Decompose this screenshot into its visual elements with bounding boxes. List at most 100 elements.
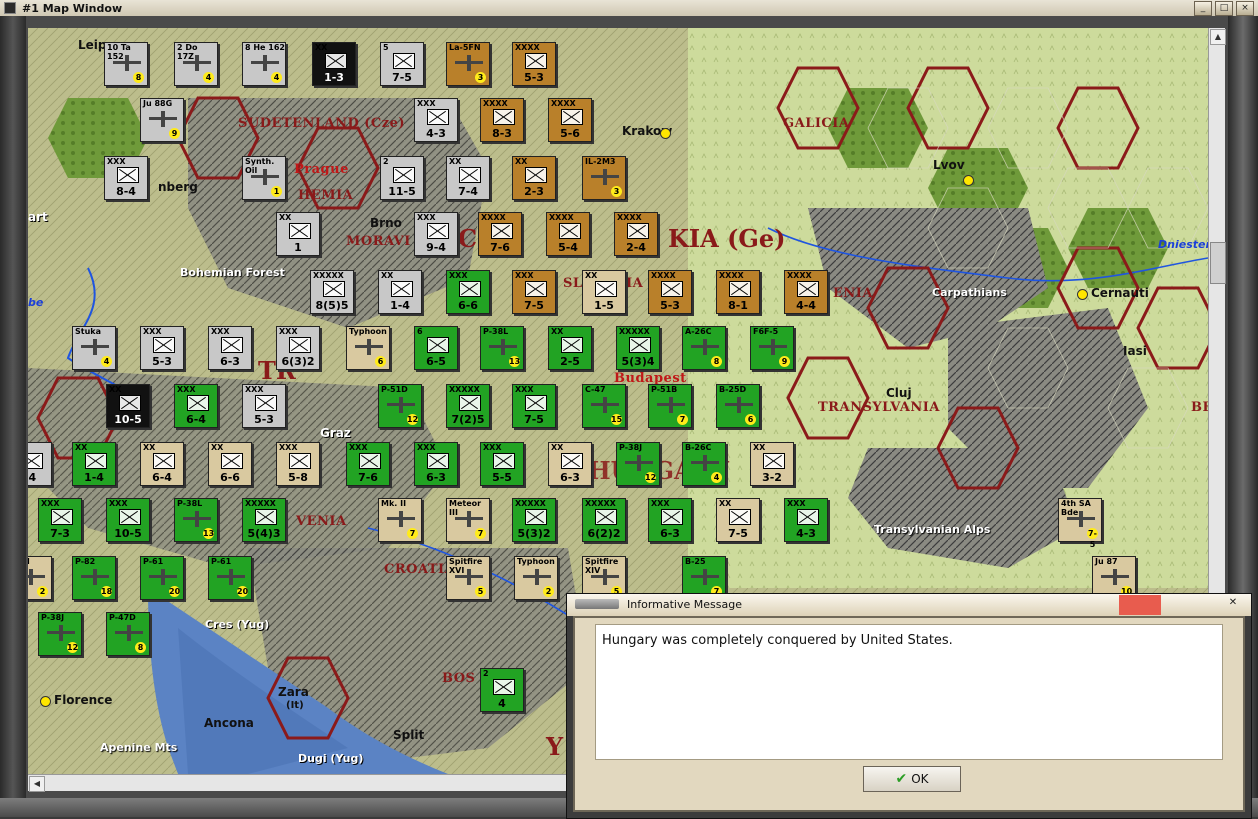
city-marker-krakow[interactable] [660,128,671,139]
unit-counter[interactable]: XX 7-4 [446,156,490,200]
unit-counter[interactable]: P-61 20 [208,556,252,600]
unit-counter[interactable]: XXXX 8-1 [716,270,760,314]
scroll-left-arrow-icon[interactable]: ◀ [29,776,45,792]
unit-counter[interactable]: Typhoon 2 [514,556,558,600]
unit-counter[interactable]: XXX 7-5 [512,384,556,428]
unit-counter[interactable]: XX 3-2 [750,442,794,486]
unit-counter[interactable]: XXX 6-3 [648,498,692,542]
unit-counter[interactable]: Spitfire XVI 5 [446,556,490,600]
unit-counter[interactable]: XXXX 4-4 [784,270,828,314]
unit-counter[interactable]: XXX 4-3 [784,498,828,542]
unit-counter[interactable]: XXXXX 5(3)4 [616,326,660,370]
unit-counter[interactable]: 5 7-5 [380,42,424,86]
unit-counter[interactable]: B-25D 6 [716,384,760,428]
unit-counter[interactable]: XXX 5-5 [480,442,524,486]
unit-counter[interactable]: 24 [480,668,524,712]
unit-counter[interactable]: XXX 5-3 [242,384,286,428]
unit-counter[interactable]: Mk. II 7 [378,498,422,542]
unit-counter[interactable]: XXXXX 5(3)2 [512,498,556,542]
unit-counter[interactable]: XXXX 5-4 [546,212,590,256]
unit-counter[interactable]: 10 Ta 152 8 [104,42,148,86]
unit-counter[interactable]: IL-2M3 3 [582,156,626,200]
city-marker-lvov[interactable] [963,175,974,186]
unit-counter[interactable]: XX 1 [276,212,320,256]
unit-counter[interactable]: XX 1-4 [378,270,422,314]
unit-counter[interactable]: P-38L 13 [174,498,218,542]
unit-counter[interactable]: XXXX 8-3 [480,98,524,142]
unit-counter[interactable]: XXXXX 7(2)5 [446,384,490,428]
unit-counter[interactable]: -4 [28,442,52,486]
unit-counter[interactable]: XXX 8-4 [104,156,148,200]
unit-counter[interactable]: B-26C 4 [682,442,726,486]
unit-counter[interactable]: P-61 20 [140,556,184,600]
unit-counter[interactable]: P-82 18 [72,556,116,600]
unit-counter[interactable]: 2 Do 17Z 4 [174,42,218,86]
unit-counter[interactable]: P-51B 7 [648,384,692,428]
unit-counter[interactable]: P-51D 12 [378,384,422,428]
unit-counter[interactable]: C-47 15 [582,384,626,428]
window-title-bar[interactable]: #1 Map Window _ □ × [0,0,1258,17]
unit-counter[interactable]: XX 2-5 [548,326,592,370]
unit-counter[interactable]: La-5FN 3 [446,42,490,86]
unit-counter[interactable]: XX 10-5 [106,384,150,428]
unit-counter[interactable]: XXX 5-3 [140,326,184,370]
unit-counter[interactable]: Synth. Oil 1 [242,156,286,200]
dialog-title-bar[interactable]: Informative Message ✕ [567,594,1251,616]
unit-counter[interactable]: A-26C 8 [682,326,726,370]
unit-counter[interactable]: CAN 2 [28,556,52,600]
unit-counter[interactable]: XXX 6-3 [208,326,252,370]
unit-counter[interactable]: XXX 6-4 [174,384,218,428]
unit-counter[interactable]: XXX 7-3 [38,498,82,542]
unit-counter[interactable]: P-38J 12 [38,612,82,656]
unit-counter[interactable]: XXX 6-3 [414,442,458,486]
unit-counter[interactable]: 6 6-5 [414,326,458,370]
unit-counter[interactable]: Meteor III 7 [446,498,490,542]
city-marker-cernauti[interactable] [1077,289,1088,300]
unit-counter[interactable]: 2 11-5 [380,156,424,200]
message-textbox[interactable]: Hungary was completely conquered by Unit… [595,624,1223,760]
unit-counter[interactable]: Stuka 4 [72,326,116,370]
unit-counter[interactable]: P-38J 12 [616,442,660,486]
unit-counter[interactable]: XXX 7-6 [346,442,390,486]
unit-counter[interactable]: XX 1-4 [72,442,116,486]
unit-counter[interactable]: P-47D 8 [106,612,150,656]
unit-counter[interactable]: Typhoon 6 [346,326,390,370]
unit-counter[interactable]: XXXXX 8(5)5 [310,270,354,314]
unit-counter[interactable]: 8 He 162 4 [242,42,286,86]
vertical-scroll-thumb[interactable] [1210,242,1226,284]
unit-counter[interactable]: XXX 5-8 [276,442,320,486]
city-marker-florence[interactable] [40,696,51,707]
unit-counter[interactable]: XXXXX 6(2)2 [582,498,626,542]
unit-counter[interactable]: XX 2-3 [512,156,556,200]
unit-counter[interactable]: XXX 6(3)2 [276,326,320,370]
unit-counter[interactable]: XX 1-3 [312,42,356,86]
unit-counter[interactable]: XXXX 5-3 [648,270,692,314]
scroll-up-arrow-icon[interactable]: ▲ [1210,29,1226,45]
unit-counter[interactable]: XXXX 7-6 [478,212,522,256]
unit-counter[interactable]: XXX 7-5 [512,270,556,314]
unit-counter[interactable]: XX 6-4 [140,442,184,486]
unit-counter[interactable]: XXXX 5-6 [548,98,592,142]
unit-counter[interactable]: Ju 88G 9 [140,98,184,142]
dialog-close-icon[interactable]: ✕ [1225,597,1241,611]
unit-counter[interactable]: XXX 6-6 [446,270,490,314]
region-label-slovenia: VENIA [296,514,347,529]
unit-counter[interactable]: XXXXX 5(4)3 [242,498,286,542]
ok-button[interactable]: ✔ OK [863,766,961,792]
unit-counter[interactable]: XX 6-6 [208,442,252,486]
unit-counter[interactable]: 4th SA Bde 7-5 [1058,498,1102,549]
unit-counter[interactable]: XXXX 2-4 [614,212,658,256]
unit-counter[interactable]: XXX 10-5 [106,498,150,542]
minimize-button[interactable]: _ [1194,1,1212,16]
unit-counter[interactable]: XX 7-5 [716,498,760,542]
unit-counter[interactable]: XXX 4-3 [414,98,458,142]
unit-counter[interactable]: XX 6-3 [548,442,592,486]
unit-counter[interactable]: P-38L 13 [480,326,524,370]
close-button[interactable]: × [1236,1,1254,16]
unit-counter[interactable]: XX 1-5 [582,270,626,314]
maximize-button[interactable]: □ [1215,1,1233,16]
window-system-icon[interactable] [4,2,16,14]
unit-counter[interactable]: XXX 9-4 [414,212,458,256]
unit-counter[interactable]: XXXX 5-3 [512,42,556,86]
unit-counter[interactable]: F6F-5 9 [750,326,794,370]
